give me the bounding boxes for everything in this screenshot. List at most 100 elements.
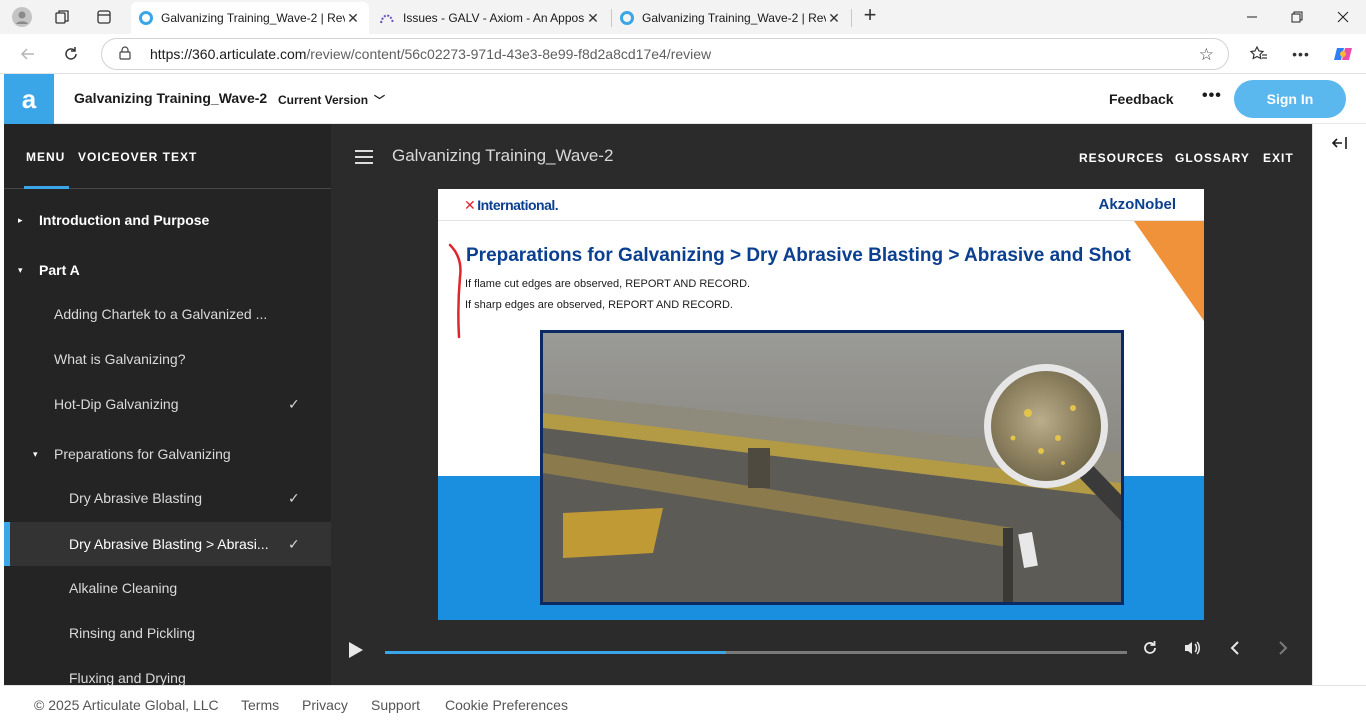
favorites-icon[interactable] [1246, 42, 1272, 66]
orange-corner-accent [1134, 221, 1204, 321]
replay-icon[interactable] [1142, 640, 1158, 661]
slide-text-line-1: If flame cut edges are observed, REPORT … [465, 278, 751, 290]
sign-in-button[interactable]: Sign In [1234, 80, 1346, 118]
slide-canvas: ✕ International. AkzoNobel Preparations f… [438, 189, 1204, 620]
profile-icon[interactable] [11, 6, 33, 28]
exit-link[interactable]: EXIT [1263, 151, 1294, 165]
caret-down-icon: ▾ [18, 264, 23, 275]
refresh-icon[interactable] [58, 42, 84, 66]
next-slide-icon[interactable] [1277, 640, 1289, 661]
support-link[interactable]: Support [371, 697, 420, 713]
chevron-down-icon: ﹀ [374, 95, 386, 107]
tab-title: Issues - GALV - Axiom - An Appos [403, 11, 585, 25]
sidebar-item-label: Part A [39, 262, 80, 278]
cookie-preferences-link[interactable]: Cookie Preferences [445, 697, 568, 713]
expand-panel-icon[interactable] [1331, 136, 1348, 153]
url-field[interactable]: https://360.articulate.com/review/conten… [101, 38, 1229, 70]
articulate-logo[interactable]: a [4, 74, 54, 124]
browser-tab-bar: Galvanizing Training_Wave-2 | Rev ✕ Issu… [0, 0, 1366, 34]
sidebar-item-label: Preparations for Galvanizing [54, 446, 231, 462]
sidebar-item-preparations[interactable]: ▾ Preparations for Galvanizing [4, 432, 331, 476]
sidebar-item-label: Dry Abrasive Blasting > Abrasi... [69, 536, 269, 552]
close-icon[interactable]: ✕ [585, 10, 601, 27]
check-icon: ✓ [288, 395, 300, 412]
sidebar-item-adding-chartek[interactable]: Adding Chartek to a Galvanized ... [4, 292, 331, 336]
url-path: /review/content/56c02273-971d-43e3-8e99-… [306, 46, 712, 62]
sidebar-item-label: Introduction and Purpose [39, 212, 210, 228]
page-footer: © 2025 Articulate Global, LLC Terms Priv… [4, 685, 1366, 725]
sidebar-item-label: Hot-Dip Galvanizing [54, 396, 179, 412]
back-icon[interactable] [15, 42, 41, 66]
sidebar-item-part-a[interactable]: ▾ Part A [4, 248, 331, 292]
tab-galvanizing-1[interactable]: Galvanizing Training_Wave-2 | Rev ✕ [131, 2, 369, 34]
seek-bar[interactable] [385, 651, 1127, 654]
brand-left-text: International. [477, 197, 559, 213]
sidebar-item-dry-abrasive[interactable]: Dry Abrasive Blasting ✓ [4, 476, 331, 520]
slide-heading: Preparations for Galvanizing > Dry Abras… [466, 245, 1131, 266]
tab-menu[interactable]: MENU [26, 150, 65, 164]
new-tab-icon[interactable]: + [859, 2, 881, 27]
sidebar-item-fluxing-drying[interactable]: Fluxing and Drying [4, 656, 331, 685]
tab-axiom[interactable]: Issues - GALV - Axiom - An Appos ✕ [371, 2, 609, 34]
privacy-link[interactable]: Privacy [302, 697, 348, 713]
sidebar-item-label: What is Galvanizing? [54, 351, 186, 367]
copyright-text: © 2025 Articulate Global, LLC [34, 697, 219, 713]
restore-icon[interactable] [1282, 6, 1312, 28]
tab-title: Galvanizing Training_Wave-2 | Rev [642, 11, 826, 25]
volume-icon[interactable] [1183, 640, 1201, 661]
settings-more-icon[interactable]: ••• [1288, 42, 1314, 66]
sidebar-item-label: Adding Chartek to a Galvanized ... [54, 306, 268, 322]
version-selector[interactable]: Current Version ﹀ [278, 92, 385, 108]
akzonobel-logo: AkzoNobel [1098, 196, 1176, 213]
close-icon[interactable]: ✕ [345, 10, 361, 27]
window-close-icon[interactable] [1328, 6, 1358, 28]
terms-link[interactable]: Terms [241, 697, 279, 713]
caret-right-icon: ▸ [18, 214, 23, 225]
international-mark-icon: ✕ [464, 197, 476, 213]
minimize-icon[interactable] [1237, 6, 1267, 28]
menu-toggle-icon[interactable] [355, 150, 373, 164]
site-info-icon[interactable] [118, 45, 136, 63]
sidebar-item-alkaline-cleaning[interactable]: Alkaline Cleaning [4, 566, 331, 610]
version-label: Current Version [278, 93, 369, 107]
sidebar-item-rinsing-pickling[interactable]: Rinsing and Pickling [4, 611, 331, 655]
steel-beam-photo [540, 330, 1124, 605]
sidebar-item-label: Rinsing and Pickling [69, 625, 196, 641]
seek-bar-progress [385, 651, 727, 654]
feedback-button[interactable]: Feedback [1109, 91, 1174, 107]
tab-voiceover-text[interactable]: VOICEOVER TEXT [78, 150, 197, 164]
check-icon: ✓ [288, 489, 300, 506]
url-text: https://360.articulate.com/review/conten… [150, 46, 711, 62]
page-title: Galvanizing Training_Wave-2 [74, 90, 268, 106]
more-options-icon[interactable]: ••• [1202, 87, 1222, 105]
sidebar-item-what-is-galvanizing[interactable]: What is Galvanizing? [4, 337, 331, 381]
active-tab-indicator [24, 186, 69, 189]
red-annotation-mark [448, 243, 462, 339]
resources-link[interactable]: RESOURCES [1079, 151, 1164, 165]
sidebar-item-label: Fluxing and Drying [69, 670, 186, 685]
copilot-icon[interactable] [1330, 42, 1356, 66]
tab-actions-icon[interactable] [93, 6, 115, 28]
previous-slide-icon[interactable] [1229, 640, 1241, 661]
sidebar-item-introduction[interactable]: ▸ Introduction and Purpose [4, 198, 331, 242]
international-logo: ✕ International. [464, 197, 559, 214]
play-icon[interactable] [349, 642, 363, 658]
glossary-link[interactable]: GLOSSARY [1175, 151, 1250, 165]
check-icon: ✓ [288, 535, 300, 552]
articulate-icon [620, 11, 634, 25]
slide-text-line-2: If sharp edges are observed, REPORT AND … [465, 299, 733, 311]
comments-panel-collapsed [1312, 124, 1366, 685]
sidebar-item-dry-abrasive-shot[interactable]: Dry Abrasive Blasting > Abrasi... ✓ [4, 522, 331, 566]
workspaces-icon[interactable] [51, 6, 73, 28]
tab-title: Galvanizing Training_Wave-2 | Rev [161, 11, 345, 25]
logo-glyph: a [21, 83, 37, 114]
favorite-star-icon[interactable]: ☆ [1199, 45, 1214, 65]
axiom-icon [380, 14, 394, 24]
sidebar-item-label: Dry Abrasive Blasting [69, 490, 203, 506]
sidebar-item-label: Alkaline Cleaning [69, 580, 178, 596]
sidebar-item-hot-dip[interactable]: Hot-Dip Galvanizing ✓ [4, 382, 331, 426]
url-host: https://360.articulate.com [150, 46, 307, 62]
tab-galvanizing-2[interactable]: Galvanizing Training_Wave-2 | Rev ✕ [612, 2, 850, 34]
close-icon[interactable]: ✕ [826, 10, 842, 27]
sidebar-tabs: MENU VOICEOVER TEXT [4, 124, 331, 189]
